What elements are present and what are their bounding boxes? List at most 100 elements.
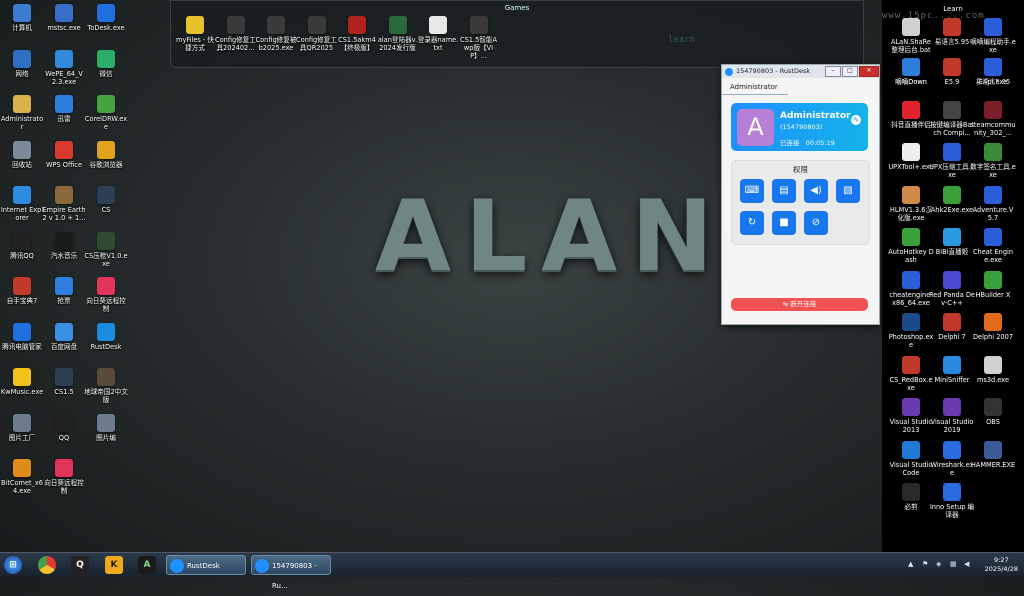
desktop-shortcut[interactable]: Cheat Engine.exe [970, 228, 1016, 264]
task-rustdesk-session[interactable]: 154790803 - Ru... [251, 555, 331, 590]
minimize-button[interactable]: – [825, 66, 841, 77]
desktop-shortcut[interactable]: CS1.5智能Awp版【VIP】... [458, 16, 500, 60]
desktop-shortcut[interactable]: Photoshop.exe [888, 313, 934, 349]
desktop-shortcut[interactable]: 登录器name.txt [417, 16, 459, 52]
close-button[interactable]: ✕ [859, 66, 879, 77]
desktop-shortcut[interactable]: CS1.5akm4【终极版】 [336, 16, 378, 52]
desktop-shortcut[interactable]: 向日葵远程控制 [84, 277, 128, 313]
desktop-shortcut[interactable]: 易语言5.95 [929, 18, 975, 46]
clipboard-icon[interactable]: ▤ [772, 179, 796, 203]
recording-icon[interactable]: ■ [772, 211, 796, 235]
desktop-shortcut[interactable]: BiBi直播姬 [929, 228, 975, 256]
desktop-shortcut[interactable]: WPS Office [42, 140, 86, 169]
desktop-shortcut[interactable]: HAMMER.EXE [970, 440, 1016, 469]
desktop-shortcut[interactable]: CorelDRW.exe [84, 95, 128, 131]
desktop-shortcut[interactable]: 计算机 [0, 4, 44, 32]
maximize-button[interactable]: □ [842, 66, 858, 77]
desktop-shortcut[interactable]: steamcommunity_302_... [970, 100, 1016, 137]
desktop-shortcut[interactable]: UPXTool+.exe [888, 143, 934, 171]
desktop-shortcut[interactable]: Adventure.V5.7 [970, 185, 1016, 222]
desktop-shortcut[interactable]: 腾讯电脑管家 [0, 322, 44, 351]
tray-volume-icon[interactable]: ◀ [964, 560, 973, 569]
desktop-shortcut[interactable]: 微信 [84, 49, 128, 78]
desktop-shortcut[interactable]: Visual Studio Code [888, 440, 934, 477]
tray-network-icon[interactable]: ▦ [950, 560, 959, 569]
desktop-shortcut[interactable]: CS [84, 186, 128, 214]
alan-taskbar-icon[interactable]: A [138, 556, 156, 574]
desktop-shortcut[interactable]: mstsc.exe [42, 4, 86, 32]
desktop-shortcut[interactable]: 腾讯QQ [0, 231, 44, 260]
desktop-shortcut[interactable]: UPX压缩工具.exe [929, 143, 975, 179]
kwmusic-taskbar-icon[interactable]: K [105, 556, 123, 574]
qq-taskbar-icon[interactable]: Q [71, 556, 89, 574]
desktop-shortcut[interactable]: Visual Studio 2013 [888, 398, 934, 434]
desktop-shortcut[interactable]: 自手宝典7 [0, 277, 44, 305]
desktop-shortcut[interactable]: cheatengine-x86_64.exe [888, 270, 934, 307]
tray-flag-icon[interactable]: ⚑ [922, 560, 931, 569]
desktop-shortcut[interactable]: OBS [970, 398, 1016, 426]
desktop-shortcut[interactable]: Config修复被b2025.exe [255, 16, 297, 52]
desktop-shortcut[interactable]: Delphi 7 [929, 313, 975, 341]
desktop-shortcut[interactable]: Delphi 2007 [970, 313, 1016, 341]
desktop-shortcut[interactable]: E5.9 [929, 58, 975, 86]
desktop-shortcut[interactable]: 嘀嘀编程助手.exe [970, 18, 1016, 54]
desktop-shortcut[interactable]: Inno Setup 编译器 [929, 483, 975, 519]
desktop-shortcut[interactable]: 向日葵远程控制 [42, 459, 86, 495]
desktop-shortcut[interactable]: Ahk2Exe.exe [929, 185, 975, 214]
desktop-shortcut[interactable]: KwMusic.exe [0, 368, 44, 396]
restart-icon[interactable]: ↻ [740, 211, 764, 235]
desktop-shortcut[interactable]: 回收站 [0, 140, 44, 169]
desktop-shortcut[interactable]: AutoHotkey Dash [888, 228, 934, 264]
keyboard-icon[interactable]: ⌨ [740, 179, 764, 203]
desktop-shortcut[interactable]: Internet Explorer [0, 186, 44, 222]
desktop-shortcut[interactable]: Administrator [0, 95, 44, 131]
desktop-shortcut[interactable]: 抖音直播伴侣 [888, 100, 934, 129]
block-input-icon[interactable]: ⊘ [804, 211, 828, 235]
rustdesk-window[interactable]: 154790803 - RustDesk – □ ✕ Administrator… [721, 64, 880, 325]
desktop-shortcut[interactable]: myFiles - 快捷方式 [174, 16, 216, 52]
desktop-shortcut[interactable]: MiniSniffer [929, 355, 975, 384]
start-button[interactable]: ⊞ [4, 556, 22, 574]
desktop-shortcut[interactable]: Wireshark.exe [929, 440, 975, 477]
desktop-shortcut[interactable]: Red Panda Dev-C++ [929, 270, 975, 307]
desktop-shortcut[interactable]: Visual Studio 2019 [929, 398, 975, 434]
desktop-shortcut[interactable]: ms3d.exe [970, 355, 1016, 384]
desktop-shortcut[interactable]: CS1.5 [42, 368, 86, 396]
desktop-shortcut[interactable]: WePE_64_V2.3.exe [42, 49, 86, 86]
desktop-shortcut[interactable]: 图片工厂 [0, 413, 44, 442]
tray-arrow-icon[interactable]: ▲ [908, 560, 917, 569]
desktop-shortcut[interactable]: 抢票 [42, 277, 86, 305]
file-icon[interactable]: ▧ [836, 179, 860, 203]
chrome-taskbar-icon[interactable] [38, 556, 56, 574]
desktop-shortcut[interactable]: 百度网盘 [42, 322, 86, 351]
desktop-shortcut[interactable]: 迅雷 [42, 95, 86, 123]
desktop-shortcut[interactable]: Config修复工具QR2025 [296, 16, 338, 52]
desktop-shortcut[interactable]: 必剪 [888, 483, 934, 511]
chat-icon[interactable]: ✎ [851, 115, 861, 125]
clock[interactable]: 9:27 2025/4/28 [985, 556, 1018, 574]
desktop-shortcut[interactable]: 按键编译器Batch Compi... [929, 100, 975, 137]
desktop-shortcut[interactable]: Config修复工具202402... [215, 16, 257, 52]
desktop-shortcut[interactable]: ALaN.ShaRe整理后台.bat [888, 18, 934, 54]
audio-icon[interactable]: ◀) [804, 179, 828, 203]
disconnect-button[interactable]: ⇆ 断开连接 [731, 298, 868, 311]
desktop-shortcut[interactable]: 汽水音乐 [42, 231, 86, 260]
desktop-shortcut[interactable]: QQ [42, 413, 86, 442]
desktop-shortcut[interactable]: 地球帝国2中文版 [84, 368, 128, 404]
desktop-shortcut[interactable]: 数字签名工具.exe [970, 143, 1016, 179]
desktop-shortcut[interactable]: HBuilder X [970, 270, 1016, 299]
tray-shield-icon[interactable]: ◈ [936, 560, 945, 569]
desktop-shortcut[interactable]: Empire Earth 2 v 1.0 + 1... [42, 186, 86, 222]
tab-administrator[interactable]: Administrator [722, 78, 788, 95]
desktop-shortcut[interactable]: ToDesk.exe [84, 4, 128, 32]
desktop-shortcut[interactable]: CS压枪V1.0.exe [84, 231, 128, 268]
rustdesk-titlebar[interactable]: 154790803 - RustDesk – □ ✕ [722, 65, 879, 78]
desktop-shortcut[interactable]: CS_RedBox.exe [888, 355, 934, 392]
desktop-shortcut[interactable]: 嘀嘀Down [888, 58, 934, 86]
desktop-shortcut[interactable]: RustDesk [84, 322, 128, 351]
desktop-shortcut[interactable]: alan登陆器v.2024发行版 [377, 16, 419, 52]
desktop-shortcut[interactable]: 网络 [0, 49, 44, 78]
desktop-shortcut[interactable]: EApi.exe [970, 58, 1016, 86]
desktop-shortcut[interactable]: BitComet_x64.exe [0, 459, 44, 495]
desktop-shortcut[interactable]: 谷歌浏览器 [84, 140, 128, 169]
